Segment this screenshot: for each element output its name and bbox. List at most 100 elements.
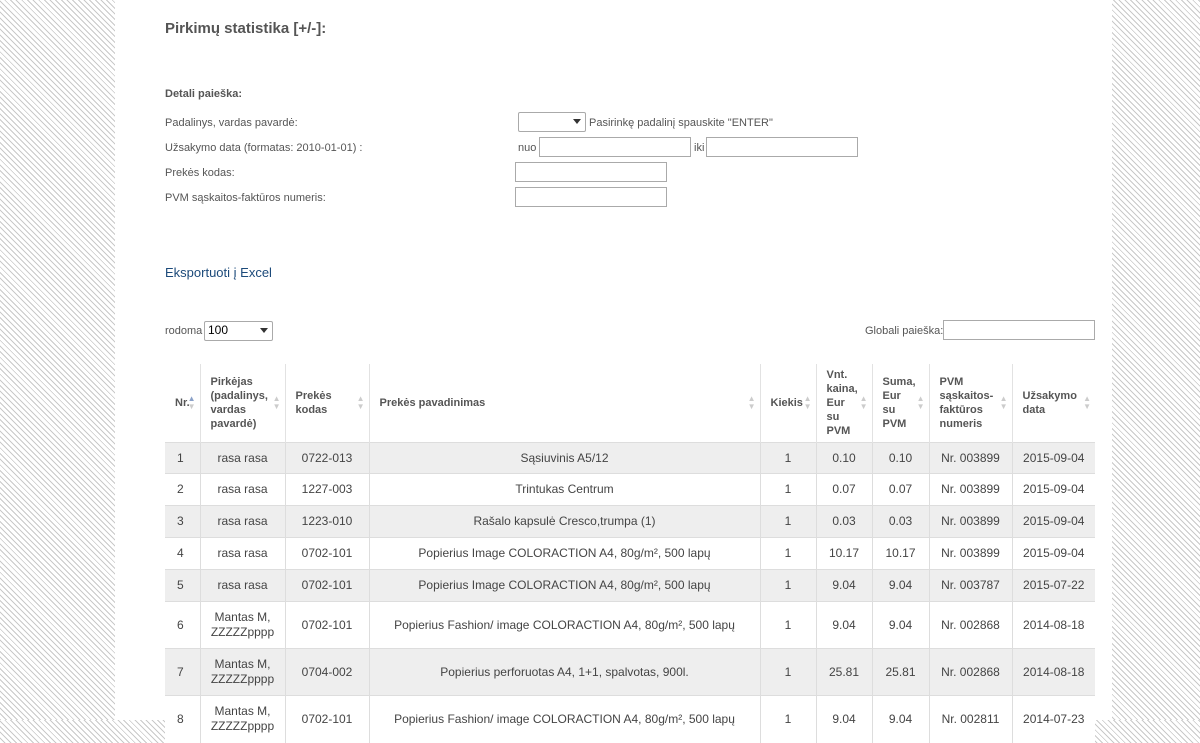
table-cell: 1 xyxy=(759,473,816,506)
table-cell: 9.04 xyxy=(871,601,929,649)
table-cell: 9.04 xyxy=(871,569,929,602)
table-cell: 0702-101 xyxy=(284,537,369,570)
column-header[interactable]: Nr. ▲ ▼ xyxy=(165,364,200,443)
table-cell: 7 xyxy=(165,648,200,696)
table-cell: 3 xyxy=(165,505,200,538)
table-cell: 1 xyxy=(759,442,816,474)
column-header[interactable]: PVM sąskaitos-faktūros numeris ▲ ▼ xyxy=(928,364,1012,443)
sort-icon: ▲ ▼ xyxy=(356,394,365,411)
table-cell: 0702-101 xyxy=(284,569,369,602)
sort-icon: ▲ ▼ xyxy=(1083,394,1091,411)
table-cell: 10.17 xyxy=(871,537,929,570)
table-row: 6 Mantas M, ZZZZZpppp 0702-101 Popierius… xyxy=(165,601,1095,649)
table-cell: 25.81 xyxy=(871,648,929,696)
sort-icon: ▲ ▼ xyxy=(916,394,925,411)
table-cell: Nr. 003899 xyxy=(928,537,1012,570)
sort-icon: ▲ ▼ xyxy=(803,394,812,411)
table-cell: Mantas M, ZZZZZpppp xyxy=(199,601,285,649)
table-row: 3 rasa rasa 1223-010 Rašalo kapsulė Cres… xyxy=(165,505,1095,538)
global-search-label: Globali paieška: xyxy=(865,325,944,337)
global-search-input[interactable] xyxy=(943,320,1095,340)
table-cell: 2015-07-22 xyxy=(1011,569,1095,602)
table-cell: Popierius Image COLORACTION A4, 80g/m², … xyxy=(368,537,760,570)
table-cell: 0.07 xyxy=(871,473,929,506)
division-select[interactable] xyxy=(518,112,586,132)
table-cell: Rašalo kapsulė Cresco,trumpa (1) xyxy=(368,505,760,538)
export-excel-link[interactable]: Eksportuoti į Excel xyxy=(165,265,272,280)
column-header[interactable]: Suma, Eur su PVM ▲ ▼ xyxy=(871,364,929,443)
table-cell: 9.04 xyxy=(815,569,872,602)
table-cell: Trintukas Centrum xyxy=(368,473,760,506)
table-cell: 0.03 xyxy=(871,505,929,538)
invoice-label: PVM sąskaitos-faktūros numeris: xyxy=(165,192,326,204)
invoice-input[interactable] xyxy=(515,187,667,207)
table-cell: 1 xyxy=(759,537,816,570)
date-label: Užsakymo data (formatas: 2010-01-01) : xyxy=(165,142,363,154)
table-row: 2 rasa rasa 1227-003 Trintukas Centrum 1… xyxy=(165,473,1095,506)
table-cell: 6 xyxy=(165,601,200,649)
column-header[interactable]: Pirkėjas (padalinys, vardas pavardė) ▲ ▼ xyxy=(199,364,285,443)
division-label: Padalinys, vardas pavardė: xyxy=(165,117,298,129)
purchases-table: Nr. ▲ ▼ Pirkėjas (padalinys, vardas pavard… xyxy=(165,364,1095,743)
column-header[interactable]: Kiekis ▲ ▼ xyxy=(759,364,816,443)
sort-icon: ▲ ▼ xyxy=(859,394,868,411)
date-to-input[interactable] xyxy=(706,137,858,157)
product-code-input[interactable] xyxy=(515,162,667,182)
sort-icon: ▲ ▼ xyxy=(999,394,1008,411)
table-cell: 2015-09-04 xyxy=(1011,537,1095,570)
table-cell: Sąsiuvinis A5/12 xyxy=(368,442,760,474)
table-cell: Nr. 003899 xyxy=(928,442,1012,474)
table-cell: 1 xyxy=(759,569,816,602)
table-cell: rasa rasa xyxy=(199,505,285,538)
page-size-label: rodoma xyxy=(165,325,203,337)
table-cell: 0.03 xyxy=(815,505,872,538)
table-cell: 1 xyxy=(759,695,816,743)
table-cell: 1223-010 xyxy=(284,505,369,538)
table-row: 5 rasa rasa 0702-101 Popierius Image COL… xyxy=(165,569,1095,602)
table-cell: 0704-002 xyxy=(284,648,369,696)
table-cell: 2015-09-04 xyxy=(1011,505,1095,538)
chevron-down-icon xyxy=(573,119,581,124)
table-cell: 9.04 xyxy=(815,601,872,649)
table-cell: 2014-08-18 xyxy=(1011,601,1095,649)
table-cell: Popierius Fashion/ image COLORACTION A4,… xyxy=(368,695,760,743)
table-cell: Nr. 003899 xyxy=(928,473,1012,506)
table-cell: 0.10 xyxy=(815,442,872,474)
product-code-label: Prekės kodas: xyxy=(165,167,235,179)
table-cell: 1 xyxy=(759,648,816,696)
page-title[interactable]: Pirkimų statistika [+/-]: xyxy=(165,20,326,37)
table-cell: 9.04 xyxy=(871,695,929,743)
table-cell: 0722-013 xyxy=(284,442,369,474)
column-header[interactable]: Prekės kodas ▲ ▼ xyxy=(284,364,369,443)
table-cell: 5 xyxy=(165,569,200,602)
table-cell: rasa rasa xyxy=(199,569,285,602)
column-header[interactable]: Prekės pavadinimas ▲ ▼ xyxy=(368,364,760,443)
table-cell: 0.07 xyxy=(815,473,872,506)
table-cell: Nr. 002868 xyxy=(928,601,1012,649)
table-cell: 1 xyxy=(165,442,200,474)
table-cell: Popierius Image COLORACTION A4, 80g/m², … xyxy=(368,569,760,602)
table-cell: Nr. 002811 xyxy=(928,695,1012,743)
page-size-select[interactable]: 100 xyxy=(204,321,273,341)
date-from-input[interactable] xyxy=(539,137,691,157)
table-cell: 4 xyxy=(165,537,200,570)
table-cell: 0.10 xyxy=(871,442,929,474)
table-cell: 2015-09-04 xyxy=(1011,442,1095,474)
table-cell: 1227-003 xyxy=(284,473,369,506)
table-cell: Mantas M, ZZZZZpppp xyxy=(199,648,285,696)
chevron-down-icon xyxy=(260,328,268,333)
column-header[interactable]: Užsakymo data ▲ ▼ xyxy=(1011,364,1095,443)
table-cell: Popierius Fashion/ image COLORACTION A4,… xyxy=(368,601,760,649)
table-cell: Popierius perforuotas A4, 1+1, spalvotas… xyxy=(368,648,760,696)
table-cell: 0702-101 xyxy=(284,695,369,743)
date-to-label: iki xyxy=(694,142,705,154)
table-cell: 25.81 xyxy=(815,648,872,696)
table-cell: Nr. 003899 xyxy=(928,505,1012,538)
date-from-label: nuo xyxy=(518,142,537,154)
table-row: 7 Mantas M, ZZZZZpppp 0704-002 Popierius… xyxy=(165,648,1095,696)
table-cell: 2014-08-18 xyxy=(1011,648,1095,696)
sort-icon: ▲ ▼ xyxy=(272,394,281,411)
column-header[interactable]: Vnt. kaina, Eur su PVM ▲ ▼ xyxy=(815,364,872,443)
table-row: 8 Mantas M, ZZZZZpppp 0702-101 Popierius… xyxy=(165,695,1095,743)
table-cell: Mantas M, ZZZZZpppp xyxy=(199,695,285,743)
